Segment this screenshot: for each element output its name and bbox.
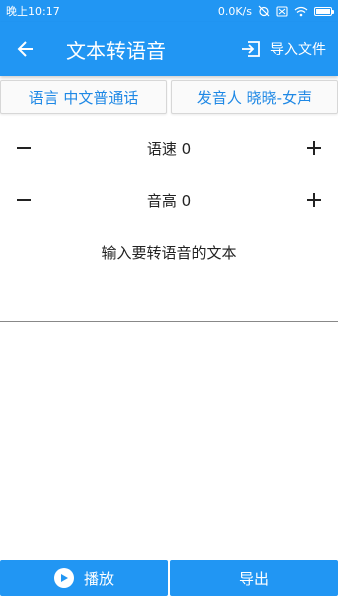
network-speed: 0.0K/s — [217, 4, 252, 18]
page-title: 文本转语音 — [66, 38, 166, 63]
play-label: 播放 — [83, 569, 114, 588]
selector-row: 语言 中文普通话 发音人 晓晓-女声 — [0, 80, 338, 114]
speed-decrease-button[interactable] — [12, 136, 36, 160]
status-icons: 0.0K/s — [217, 4, 334, 18]
pitch-stepper: 音高 0 — [0, 180, 338, 220]
play-icon — [53, 568, 74, 588]
voice-select-button[interactable]: 发音人 晓晓-女声 — [171, 80, 338, 114]
wifi-icon — [294, 6, 308, 17]
export-button[interactable]: 导出 — [170, 560, 338, 596]
arrow-left-icon — [17, 41, 33, 57]
status-bar: 晚上10:17 0.0K/s — [0, 0, 338, 22]
plus-icon — [307, 193, 321, 207]
plus-icon — [307, 141, 321, 155]
bottom-action-bar: 播放 导出 — [0, 560, 338, 596]
speed-stepper: 语速 0 — [0, 128, 338, 168]
play-button[interactable]: 播放 — [0, 560, 168, 596]
text-input[interactable] — [0, 226, 338, 322]
sim-off-icon — [276, 5, 288, 17]
minus-icon — [17, 199, 31, 201]
export-label: 导出 — [238, 569, 269, 588]
speed-increase-button[interactable] — [302, 136, 326, 160]
pitch-increase-button[interactable] — [302, 188, 326, 212]
alarm-off-icon — [258, 5, 270, 17]
app-bar: 文本转语音 导入文件 — [0, 22, 338, 76]
import-file-label: 导入文件 — [270, 42, 326, 58]
pitch-label: 音高 0 — [146, 191, 192, 210]
minus-icon — [17, 147, 31, 149]
import-file-icon — [242, 41, 260, 57]
status-time: 晚上10:17 — [6, 5, 60, 18]
back-button[interactable] — [0, 22, 52, 76]
battery-icon — [314, 6, 334, 16]
pitch-decrease-button[interactable] — [12, 188, 36, 212]
import-file-button[interactable]: 导入文件 — [228, 22, 338, 76]
speed-label: 语速 0 — [146, 139, 192, 158]
language-select-button[interactable]: 语言 中文普通话 — [0, 80, 167, 114]
